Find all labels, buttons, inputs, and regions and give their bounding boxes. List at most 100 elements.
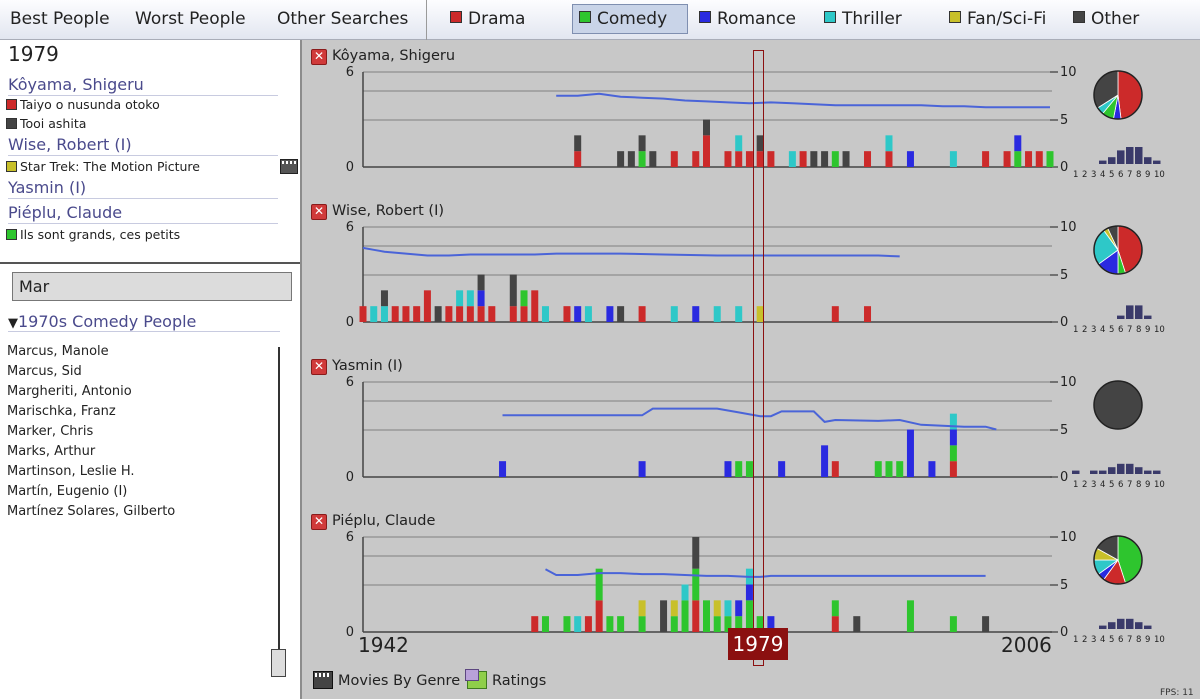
genre-filter-thriller[interactable]: Thriller [824,9,902,31]
genre-bar-segment [767,151,775,167]
panel-person-name: Kôyama, Shigeru [332,48,456,64]
genre-bar-segment [681,600,689,632]
rating-histogram-label: 1 [1073,170,1078,180]
count-tick-label: 6 [346,375,354,390]
genre-bar-segment [831,616,839,632]
person-result-item[interactable]: Marker, Chris [7,423,267,443]
genre-bar-segment [681,584,689,601]
rating-histogram-label: 6 [1118,480,1123,490]
person-result-item[interactable]: Martín, Eugenio (I) [7,483,267,503]
genre-filter-drama[interactable]: Drama [450,9,525,31]
movies-by-genre-toggle[interactable]: Movies By Genre [313,671,460,689]
nav-divider [426,0,427,40]
scrollbar-track[interactable] [278,347,280,677]
rating-histogram-label: 5 [1109,635,1114,645]
genre-bar-segment [735,151,743,167]
close-panel-icon[interactable]: ✕ [311,49,327,65]
sidebar-person-name[interactable]: Piéplu, Claude [8,203,278,224]
rating-histogram-label: 6 [1118,325,1123,335]
genre-bar-segment [896,461,904,477]
genre-filter-romance[interactable]: Romance [699,9,796,31]
rating-histogram-label: 4 [1100,170,1105,180]
person-result-item[interactable]: Marischka, Franz [7,403,267,423]
person-panel: 6 0 10 5 0 1 2 3 4 5 6 7 8 9 10 ✕ Yasmin (I) [302,353,1200,503]
genre-square-icon [6,99,17,110]
close-panel-icon[interactable]: ✕ [311,359,327,375]
genre-bar-segment [359,306,367,322]
rating-histogram-bar [1153,160,1161,164]
genre-bar-segment [638,135,646,152]
rating-tick-label: 10 [1060,530,1077,545]
genre-bar-segment [509,274,517,307]
nav-best-people[interactable]: Best People [10,9,110,29]
nav-worst-people[interactable]: Worst People [135,9,246,29]
clapperboard-icon[interactable] [280,159,298,174]
genre-filter-comedy[interactable]: Comedy [572,4,688,34]
person-result-item[interactable]: Marcus, Manole [7,343,267,363]
rating-histogram-bar [1108,467,1116,474]
rating-histogram-label: 7 [1127,635,1132,645]
rating-histogram-bar [1135,147,1143,164]
sidebar-person-name[interactable]: Kôyama, Shigeru [8,75,278,96]
rating-tick-label: 10 [1060,375,1077,390]
selected-year-label[interactable]: 1979 [728,628,788,660]
sidebar-movie-item[interactable]: Tooi ashita [6,116,86,131]
timeline-end-year: 2006 [1001,633,1052,657]
genre-bar-segment [1025,151,1033,167]
selected-year-marker[interactable] [753,50,764,666]
person-result-item[interactable]: Martínez Solares, Gilberto [7,503,267,523]
genre-bar-segment [670,616,678,632]
genre-bar-segment [477,274,485,291]
person-result-item[interactable]: Marcus, Sid [7,363,267,383]
search-input[interactable] [12,272,292,301]
genre-bar-segment [531,616,539,632]
rating-histogram-bar [1153,470,1161,474]
rating-histogram-label: 4 [1100,480,1105,490]
genre-bar-segment [574,151,582,167]
genre-label: Comedy [597,9,668,29]
ratings-toggle[interactable]: Ratings [465,669,546,689]
person-result-item[interactable]: Margheriti, Antonio [7,383,267,403]
genre-bar-segment [778,461,786,477]
rating-histogram-bar [1099,470,1107,474]
genre-bar-segment [380,306,388,322]
sidebar-movie-item[interactable]: Ils sont grands, ces petits [6,227,180,242]
genre-bar-segment [499,461,507,477]
genre-bar-segment [402,306,410,322]
rating-histogram-label: 6 [1118,170,1123,180]
rating-histogram-bar [1117,463,1125,474]
person-result-item[interactable]: Marks, Arthur [7,443,267,463]
close-panel-icon[interactable]: ✕ [311,514,327,530]
rating-histogram-label: 10 [1154,480,1165,490]
person-result-item[interactable]: Martinson, Leslie H. [7,463,267,483]
rating-histogram-label: 7 [1127,170,1132,180]
genre-bar-segment [949,445,957,462]
genre-bar-segment [638,600,646,617]
genre-bar-segment [595,600,603,632]
movie-title: Taiyo o nusunda otoko [20,97,160,112]
sidebar-person-name[interactable]: Wise, Robert (I) [8,135,278,156]
genre-bar-segment [713,600,721,617]
sidebar-divider [0,262,300,264]
sidebar-movie-item[interactable]: Taiyo o nusunda otoko [6,97,160,112]
genre-filter-other[interactable]: Other [1073,9,1139,31]
clapperboard-icon [313,671,333,689]
genre-bar-segment [584,306,592,322]
sidebar-person-name[interactable]: Yasmin (I) [8,178,278,199]
genre-filter-fan-sci-fi[interactable]: Fan/Sci-Fi [949,9,1046,31]
genre-bar-segment [788,151,796,167]
nav-other-searches[interactable]: Other Searches [277,9,408,29]
genre-swatch-icon [450,11,462,23]
genre-bar-segment [434,306,442,322]
rating-tick-label: 5 [1060,268,1068,283]
sidebar-movie-item[interactable]: Star Trek: The Motion Picture [6,159,200,174]
group-title[interactable]: ▼1970s Comedy People [8,312,280,332]
genre-bar-segment [456,290,464,307]
person-chart: 601050 1 2 3 4 5 6 7 8 9 10 [346,65,1165,180]
scrollbar-thumb[interactable] [271,649,286,677]
close-panel-icon[interactable]: ✕ [311,204,327,220]
rating-histogram-label: 10 [1154,170,1165,180]
rating-histogram-bar [1144,470,1152,474]
rating-histogram-label: 1 [1073,325,1078,335]
rating-histogram-bar [1117,150,1125,164]
